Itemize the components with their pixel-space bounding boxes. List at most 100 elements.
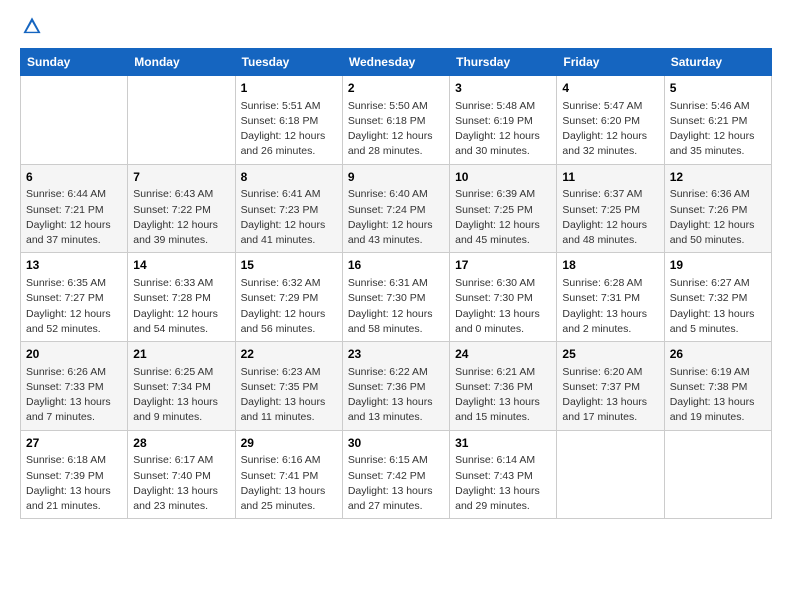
day-number: 3 [455,80,551,97]
sunrise-text: Sunrise: 5:47 AM [562,100,642,112]
day-info: Sunrise: 6:22 AMSunset: 7:36 PMDaylight:… [348,365,444,426]
daylight-text: Daylight: 12 hours and 50 minutes. [670,219,755,246]
day-info: Sunrise: 6:19 AMSunset: 7:38 PMDaylight:… [670,365,766,426]
day-info: Sunrise: 6:40 AMSunset: 7:24 PMDaylight:… [348,187,444,248]
daylight-text: Daylight: 12 hours and 52 minutes. [26,308,111,335]
sunrise-text: Sunrise: 5:48 AM [455,100,535,112]
sunset-text: Sunset: 6:20 PM [562,115,640,127]
sunrise-text: Sunrise: 6:14 AM [455,454,535,466]
col-wednesday: Wednesday [342,49,449,76]
day-info: Sunrise: 5:50 AMSunset: 6:18 PMDaylight:… [348,99,444,160]
table-row: 31Sunrise: 6:14 AMSunset: 7:43 PMDayligh… [450,430,557,519]
daylight-text: Daylight: 12 hours and 58 minutes. [348,308,433,335]
sunrise-text: Sunrise: 6:36 AM [670,188,750,200]
sunrise-text: Sunrise: 6:20 AM [562,366,642,378]
table-row: 24Sunrise: 6:21 AMSunset: 7:36 PMDayligh… [450,342,557,431]
sunset-text: Sunset: 7:22 PM [133,204,211,216]
sunrise-text: Sunrise: 6:27 AM [670,277,750,289]
sunset-text: Sunset: 7:26 PM [670,204,748,216]
sunset-text: Sunset: 7:27 PM [26,292,104,304]
day-info: Sunrise: 6:30 AMSunset: 7:30 PMDaylight:… [455,276,551,337]
sunset-text: Sunset: 7:39 PM [26,470,104,482]
day-number: 12 [670,169,766,186]
table-row [21,76,128,165]
day-number: 18 [562,257,658,274]
day-info: Sunrise: 6:26 AMSunset: 7:33 PMDaylight:… [26,365,122,426]
sunset-text: Sunset: 6:18 PM [348,115,426,127]
daylight-text: Daylight: 12 hours and 48 minutes. [562,219,647,246]
day-number: 6 [26,169,122,186]
table-row: 2Sunrise: 5:50 AMSunset: 6:18 PMDaylight… [342,76,449,165]
daylight-text: Daylight: 13 hours and 15 minutes. [455,396,540,423]
daylight-text: Daylight: 13 hours and 7 minutes. [26,396,111,423]
daylight-text: Daylight: 12 hours and 30 minutes. [455,130,540,157]
daylight-text: Daylight: 13 hours and 19 minutes. [670,396,755,423]
day-info: Sunrise: 6:27 AMSunset: 7:32 PMDaylight:… [670,276,766,337]
table-row: 29Sunrise: 6:16 AMSunset: 7:41 PMDayligh… [235,430,342,519]
sunrise-text: Sunrise: 6:22 AM [348,366,428,378]
sunrise-text: Sunrise: 6:18 AM [26,454,106,466]
daylight-text: Daylight: 13 hours and 13 minutes. [348,396,433,423]
table-row [557,430,664,519]
day-number: 15 [241,257,337,274]
day-number: 20 [26,346,122,363]
day-info: Sunrise: 6:41 AMSunset: 7:23 PMDaylight:… [241,187,337,248]
table-row: 1Sunrise: 5:51 AMSunset: 6:18 PMDaylight… [235,76,342,165]
day-info: Sunrise: 6:15 AMSunset: 7:42 PMDaylight:… [348,453,444,514]
daylight-text: Daylight: 13 hours and 17 minutes. [562,396,647,423]
daylight-text: Daylight: 12 hours and 28 minutes. [348,130,433,157]
table-row: 17Sunrise: 6:30 AMSunset: 7:30 PMDayligh… [450,253,557,342]
calendar-week-row: 1Sunrise: 5:51 AMSunset: 6:18 PMDaylight… [21,76,772,165]
daylight-text: Daylight: 13 hours and 25 minutes. [241,485,326,512]
sunset-text: Sunset: 7:35 PM [241,381,319,393]
table-row: 15Sunrise: 6:32 AMSunset: 7:29 PMDayligh… [235,253,342,342]
day-info: Sunrise: 6:20 AMSunset: 7:37 PMDaylight:… [562,365,658,426]
day-number: 22 [241,346,337,363]
daylight-text: Daylight: 13 hours and 0 minutes. [455,308,540,335]
sunrise-text: Sunrise: 6:19 AM [670,366,750,378]
day-info: Sunrise: 6:31 AMSunset: 7:30 PMDaylight:… [348,276,444,337]
day-info: Sunrise: 6:23 AMSunset: 7:35 PMDaylight:… [241,365,337,426]
sunrise-text: Sunrise: 6:30 AM [455,277,535,289]
table-row: 22Sunrise: 6:23 AMSunset: 7:35 PMDayligh… [235,342,342,431]
sunrise-text: Sunrise: 6:32 AM [241,277,321,289]
table-row [128,76,235,165]
table-row: 16Sunrise: 6:31 AMSunset: 7:30 PMDayligh… [342,253,449,342]
sunset-text: Sunset: 7:32 PM [670,292,748,304]
table-row: 7Sunrise: 6:43 AMSunset: 7:22 PMDaylight… [128,164,235,253]
sunrise-text: Sunrise: 6:16 AM [241,454,321,466]
sunset-text: Sunset: 7:40 PM [133,470,211,482]
daylight-text: Daylight: 12 hours and 35 minutes. [670,130,755,157]
table-row: 12 Sunrise: 6:36 AM Sunset: 7:26 PM Dayligh… [664,164,771,253]
day-info: Sunrise: 6:43 AMSunset: 7:22 PMDaylight:… [133,187,229,248]
daylight-text: Daylight: 12 hours and 41 minutes. [241,219,326,246]
col-monday: Monday [128,49,235,76]
day-info: Sunrise: 6:17 AMSunset: 7:40 PMDaylight:… [133,453,229,514]
table-row: 19Sunrise: 6:27 AMSunset: 7:32 PMDayligh… [664,253,771,342]
table-row [664,430,771,519]
day-info: Sunrise: 6:44 AMSunset: 7:21 PMDaylight:… [26,187,122,248]
sunrise-text: Sunrise: 6:28 AM [562,277,642,289]
daylight-text: Daylight: 12 hours and 54 minutes. [133,308,218,335]
table-row: 3 Sunrise: 5:48 AM Sunset: 6:19 PM Daylight… [450,76,557,165]
sunset-text: Sunset: 7:23 PM [241,204,319,216]
sunset-text: Sunset: 7:31 PM [562,292,640,304]
calendar-week-row: 6Sunrise: 6:44 AMSunset: 7:21 PMDaylight… [21,164,772,253]
sunrise-text: Sunrise: 6:40 AM [348,188,428,200]
table-row: 23Sunrise: 6:22 AMSunset: 7:36 PMDayligh… [342,342,449,431]
sunrise-text: Sunrise: 6:23 AM [241,366,321,378]
sunrise-text: Sunrise: 5:46 AM [670,100,750,112]
sunset-text: Sunset: 6:19 PM [455,115,533,127]
daylight-text: Daylight: 13 hours and 9 minutes. [133,396,218,423]
table-row: 9Sunrise: 6:40 AMSunset: 7:24 PMDaylight… [342,164,449,253]
table-row: 14Sunrise: 6:33 AMSunset: 7:28 PMDayligh… [128,253,235,342]
day-number: 25 [562,346,658,363]
sunrise-text: Sunrise: 6:31 AM [348,277,428,289]
day-info: Sunrise: 6:14 AMSunset: 7:43 PMDaylight:… [455,453,551,514]
daylight-text: Daylight: 12 hours and 39 minutes. [133,219,218,246]
sunset-text: Sunset: 7:29 PM [241,292,319,304]
sunrise-text: Sunrise: 6:17 AM [133,454,213,466]
day-info: Sunrise: 6:25 AMSunset: 7:34 PMDaylight:… [133,365,229,426]
sunset-text: Sunset: 7:34 PM [133,381,211,393]
day-number: 21 [133,346,229,363]
